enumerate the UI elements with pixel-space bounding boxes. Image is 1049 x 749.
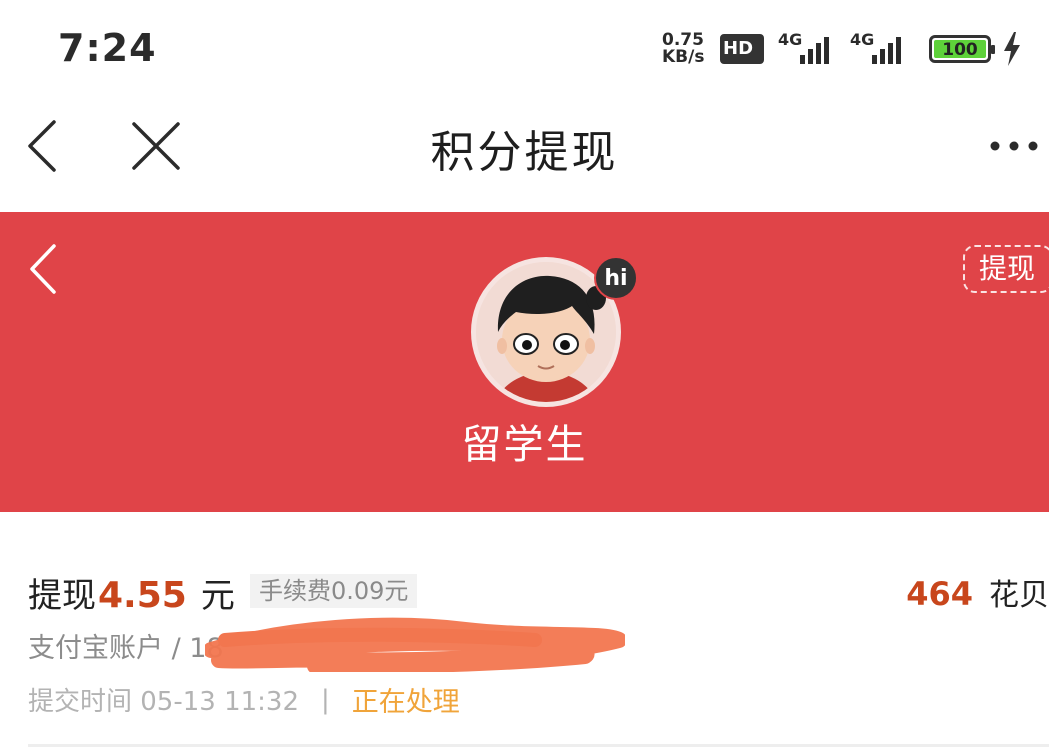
divider bbox=[28, 744, 1049, 747]
withdraw-prefix: 提现 bbox=[28, 576, 96, 616]
hd-voice-icon: HD bbox=[720, 34, 764, 64]
net-speed: 0.75 KB/s bbox=[662, 32, 714, 66]
signal-2-bars bbox=[872, 37, 901, 64]
signal-2-label: 4G bbox=[850, 30, 875, 49]
battery-level: 100 bbox=[934, 40, 986, 60]
redaction-scribble bbox=[205, 617, 625, 672]
battery-icon: 100 bbox=[929, 35, 995, 63]
separator: | bbox=[321, 684, 330, 715]
account-info: 支付宝账户 / 18 bbox=[28, 633, 224, 664]
signal-1-bars bbox=[800, 37, 829, 64]
status-bar: 7:24 0.75 KB/s HD 4G 4G 100 bbox=[0, 0, 1049, 96]
fee-badge: 手续费0.09元 bbox=[250, 574, 418, 608]
banner-back-icon[interactable] bbox=[26, 242, 60, 296]
net-speed-unit: KB/s bbox=[662, 47, 705, 67]
signal-icon-1: 4G bbox=[778, 30, 842, 66]
points-value: 464 bbox=[906, 575, 973, 613]
signal-1-label: 4G bbox=[778, 30, 803, 49]
charging-bolt-icon bbox=[1004, 32, 1020, 66]
hd-label: HD bbox=[723, 38, 754, 59]
points-cost: 464 花贝 bbox=[906, 570, 1049, 614]
username: 留学生 bbox=[461, 422, 588, 468]
status-time: 7:24 bbox=[58, 26, 157, 70]
withdraw-amount: 4.55 bbox=[98, 575, 187, 616]
hi-badge: hi bbox=[594, 256, 638, 300]
more-options-icon[interactable] bbox=[986, 136, 1042, 156]
page-title: 积分提现 bbox=[430, 127, 619, 178]
profile-banner: 提现 hi 留学生 bbox=[0, 212, 1049, 512]
submit-time: 提交时间 05-13 11:32 bbox=[28, 687, 300, 717]
withdraw-amount-line: 提现 4.55 元 bbox=[28, 568, 235, 616]
withdraw-button[interactable]: 提现 bbox=[963, 245, 1049, 293]
submit-info-line: 提交时间 05-13 11:32 | 正在处理 bbox=[28, 680, 460, 719]
signal-icon-2: 4G bbox=[850, 30, 914, 66]
points-unit: 花贝 bbox=[989, 578, 1049, 613]
withdraw-record[interactable]: 提现 4.55 元 手续费0.09元 464 花贝 支付宝账户 / 18 提交时… bbox=[0, 512, 1049, 749]
nav-bar: 积分提现 bbox=[0, 96, 1049, 212]
status-text: 正在处理 bbox=[351, 687, 460, 718]
